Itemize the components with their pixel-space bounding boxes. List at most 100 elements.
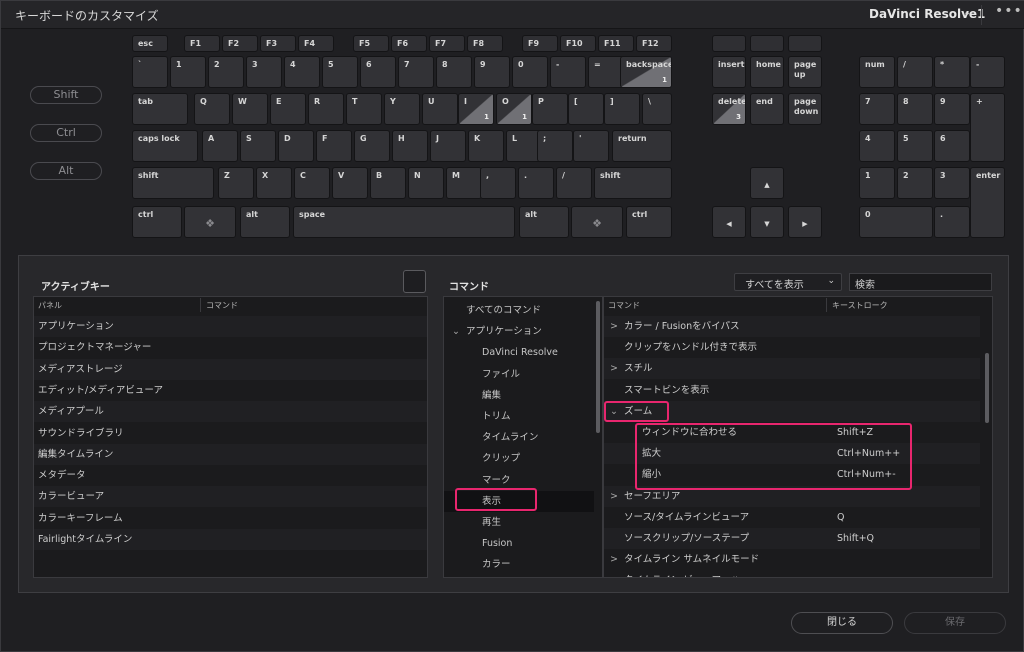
tree-item[interactable]: Fusion xyxy=(444,533,594,554)
column-header-command[interactable]: コマンド xyxy=(206,300,238,311)
key-equal[interactable]: = xyxy=(588,56,624,88)
active-keys-toggle[interactable] xyxy=(403,270,426,293)
key-t[interactable]: T xyxy=(346,93,382,125)
modifier-ctrl-toggle[interactable]: Ctrl xyxy=(30,124,102,142)
key-f11[interactable]: F11 xyxy=(598,35,634,52)
key-r[interactable]: R xyxy=(308,93,344,125)
modifier-alt-toggle[interactable]: Alt xyxy=(30,162,102,180)
column-header-command[interactable]: コマンド xyxy=(608,300,640,311)
key-backspace[interactable]: backspace 1 xyxy=(620,56,672,88)
key-insert[interactable]: insert xyxy=(712,56,746,88)
key-z[interactable]: Z xyxy=(218,167,254,199)
key-num9[interactable]: 9 xyxy=(934,93,970,125)
key-num-div[interactable]: / xyxy=(897,56,933,88)
key-n8[interactable]: 8 xyxy=(436,56,472,88)
key-n7[interactable]: 7 xyxy=(398,56,434,88)
key-n1[interactable]: 1 xyxy=(170,56,206,88)
list-item[interactable]: メディアストレージ xyxy=(34,358,427,380)
key-y[interactable]: Y xyxy=(384,93,420,125)
key-x[interactable]: X xyxy=(256,167,292,199)
key-period[interactable]: . xyxy=(518,167,554,199)
tree-item[interactable]: DaVinci Resolve xyxy=(444,342,594,363)
key-f[interactable]: F xyxy=(316,130,352,162)
key-v[interactable]: V xyxy=(332,167,368,199)
key-comma[interactable]: , xyxy=(480,167,516,199)
key-p[interactable]: P xyxy=(532,93,568,125)
command-row[interactable]: > スチル xyxy=(604,358,980,380)
key-slash[interactable]: / xyxy=(556,167,592,199)
chevron-down-icon[interactable]: ⌄ xyxy=(963,7,971,18)
key-semicolon[interactable]: ; xyxy=(537,130,573,162)
key-lbracket[interactable]: [ xyxy=(568,93,604,125)
key-f8[interactable]: F8 xyxy=(467,35,503,52)
column-header-panel[interactable]: パネル xyxy=(38,300,62,311)
list-scrollbar[interactable] xyxy=(985,353,989,423)
key-q[interactable]: Q xyxy=(194,93,230,125)
key-left[interactable]: ◀ xyxy=(712,206,746,238)
list-item[interactable]: 編集タイムライン xyxy=(34,443,427,465)
list-item[interactable]: メタデータ xyxy=(34,465,427,486)
key-lshift[interactable]: shift xyxy=(132,167,214,199)
close-button[interactable]: 閉じる xyxy=(791,612,893,634)
key-f5[interactable]: F5 xyxy=(353,35,389,52)
tree-item[interactable]: 編集 xyxy=(444,385,594,406)
key-m[interactable]: M xyxy=(446,167,482,199)
key-n[interactable]: N xyxy=(408,167,444,199)
command-row[interactable]: クリップをハンドル付きで表示 xyxy=(604,337,980,358)
key-return[interactable]: return xyxy=(612,130,672,162)
key-down[interactable]: ▼ xyxy=(750,206,784,238)
key-lctrl[interactable]: ctrl xyxy=(132,206,182,238)
list-item[interactable]: Fairlightタイムライン xyxy=(34,529,427,550)
key-num4[interactable]: 4 xyxy=(859,130,895,162)
key-b[interactable]: B xyxy=(370,167,406,199)
key-num2[interactable]: 2 xyxy=(897,167,933,199)
key-f10[interactable]: F10 xyxy=(560,35,596,52)
key-f1[interactable]: F1 xyxy=(184,35,220,52)
key-n9[interactable]: 9 xyxy=(474,56,510,88)
key-h[interactable]: H xyxy=(392,130,428,162)
tree-item[interactable]: タイムライン xyxy=(444,427,594,448)
key-home[interactable]: home xyxy=(750,56,784,88)
key-winl[interactable]: ❖ xyxy=(184,206,236,238)
key-n5[interactable]: 5 xyxy=(322,56,358,88)
key-u[interactable]: U xyxy=(422,93,458,125)
command-row[interactable]: スマートビンを表示 xyxy=(604,380,980,401)
key-f3[interactable]: F3 xyxy=(260,35,296,52)
key-num[interactable]: num xyxy=(859,56,895,88)
key-num-dot[interactable]: . xyxy=(934,206,970,238)
key-blank1[interactable] xyxy=(712,35,746,52)
filter-dropdown[interactable]: すべてを表示 ⌄ xyxy=(734,273,842,291)
key-end[interactable]: end xyxy=(750,93,784,125)
key-num1[interactable]: 1 xyxy=(859,167,895,199)
tree-item[interactable]: ファイル xyxy=(444,364,594,385)
command-row-partial[interactable]: タイムライン ビューア・ハ・・・ xyxy=(624,570,924,577)
chevron-down-icon[interactable]: ⌄ xyxy=(452,321,460,342)
key-e[interactable]: E xyxy=(270,93,306,125)
key-capslock[interactable]: caps lock xyxy=(132,130,198,162)
command-row[interactable]: ソースクリップ/ソーステープ Shift+Q xyxy=(604,528,980,549)
key-num5[interactable]: 5 xyxy=(897,130,933,162)
key-n4[interactable]: 4 xyxy=(284,56,320,88)
key-rctrl[interactable]: ctrl xyxy=(626,206,672,238)
key-delete[interactable]: delete 3 xyxy=(712,93,746,125)
key-up[interactable]: ▲ xyxy=(750,167,784,199)
save-button[interactable]: 保存 xyxy=(904,612,1006,634)
key-n2[interactable]: 2 xyxy=(208,56,244,88)
key-pageup[interactable]: page up xyxy=(788,56,822,88)
key-f7[interactable]: F7 xyxy=(429,35,465,52)
tree-scrollbar[interactable] xyxy=(596,301,600,433)
key-space[interactable]: space xyxy=(293,206,515,238)
tree-item[interactable]: ⌄ アプリケーション xyxy=(444,321,594,342)
tree-item[interactable]: すべてのコマンド xyxy=(444,300,594,321)
chevron-right-icon[interactable]: > xyxy=(610,316,618,337)
key-esc[interactable]: esc xyxy=(132,35,168,52)
tree-item[interactable]: トリム xyxy=(444,406,594,427)
key-w[interactable]: W xyxy=(232,93,268,125)
column-header-keystroke[interactable]: キーストローク xyxy=(832,300,888,311)
key-a[interactable]: A xyxy=(202,130,238,162)
key-n6[interactable]: 6 xyxy=(360,56,396,88)
list-item[interactable]: カラービューア xyxy=(34,486,427,508)
key-rshift[interactable]: shift xyxy=(594,167,672,199)
key-f12[interactable]: F12 xyxy=(636,35,672,52)
key-i[interactable]: I1 xyxy=(458,93,494,125)
